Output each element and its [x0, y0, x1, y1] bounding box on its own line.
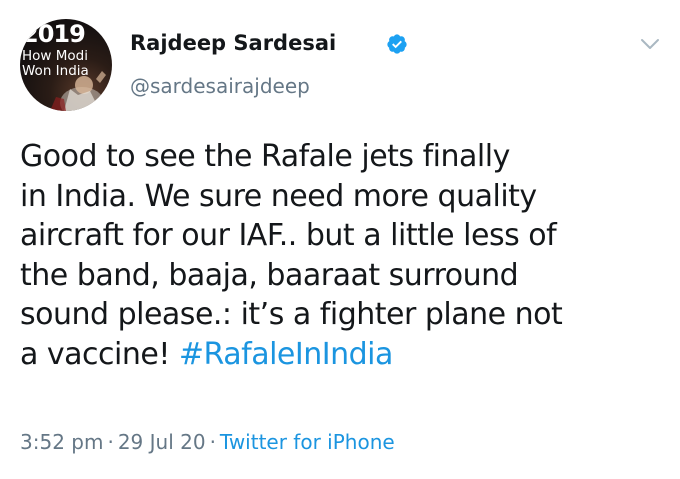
avatar[interactable]: 2019 How Modi Won India [20, 19, 112, 111]
tweet-date[interactable]: 29 Jul 20 [118, 430, 206, 454]
tweet-text-line: sound please.: it’s a fighter plane not [20, 297, 563, 332]
tweet-source-link[interactable]: Twitter for iPhone [220, 430, 395, 454]
tweet-text-line: in India. We sure need more quality [20, 178, 537, 214]
chevron-down-icon[interactable] [640, 37, 660, 51]
tweet-text-line: the band, baaja, baaraat surround [20, 257, 519, 293]
tweet-text: Good to see the Rafale jets finally in I… [20, 137, 670, 374]
tweet-meta: 3:52 pm · 29 Jul 20 · Twitter for iPhone [20, 428, 395, 456]
avatar-year: 2019 [22, 20, 86, 48]
meta-separator: · [107, 430, 114, 454]
tweet-text-segment: a vaccine! [20, 336, 179, 372]
tweet-text-last-line: a vaccine! #RafaleInIndia [20, 335, 670, 375]
meta-separator: · [209, 430, 216, 454]
tweet-text-line: Good to see the Rafale jets finally [20, 139, 510, 174]
avatar-caption-line2: Won India [22, 63, 89, 79]
tweet-time[interactable]: 3:52 pm [20, 430, 103, 454]
tweet-text-line: aircraft for our IAF.. but a little less… [20, 218, 557, 253]
hashtag-link[interactable]: #RafaleInIndia [179, 337, 393, 372]
avatar-caption-line1: How Modi [22, 48, 88, 64]
display-name[interactable]: Rajdeep Sardesai [130, 28, 336, 58]
author-handle[interactable]: @sardesairajdeep [130, 72, 310, 100]
verified-badge-icon [387, 34, 407, 54]
